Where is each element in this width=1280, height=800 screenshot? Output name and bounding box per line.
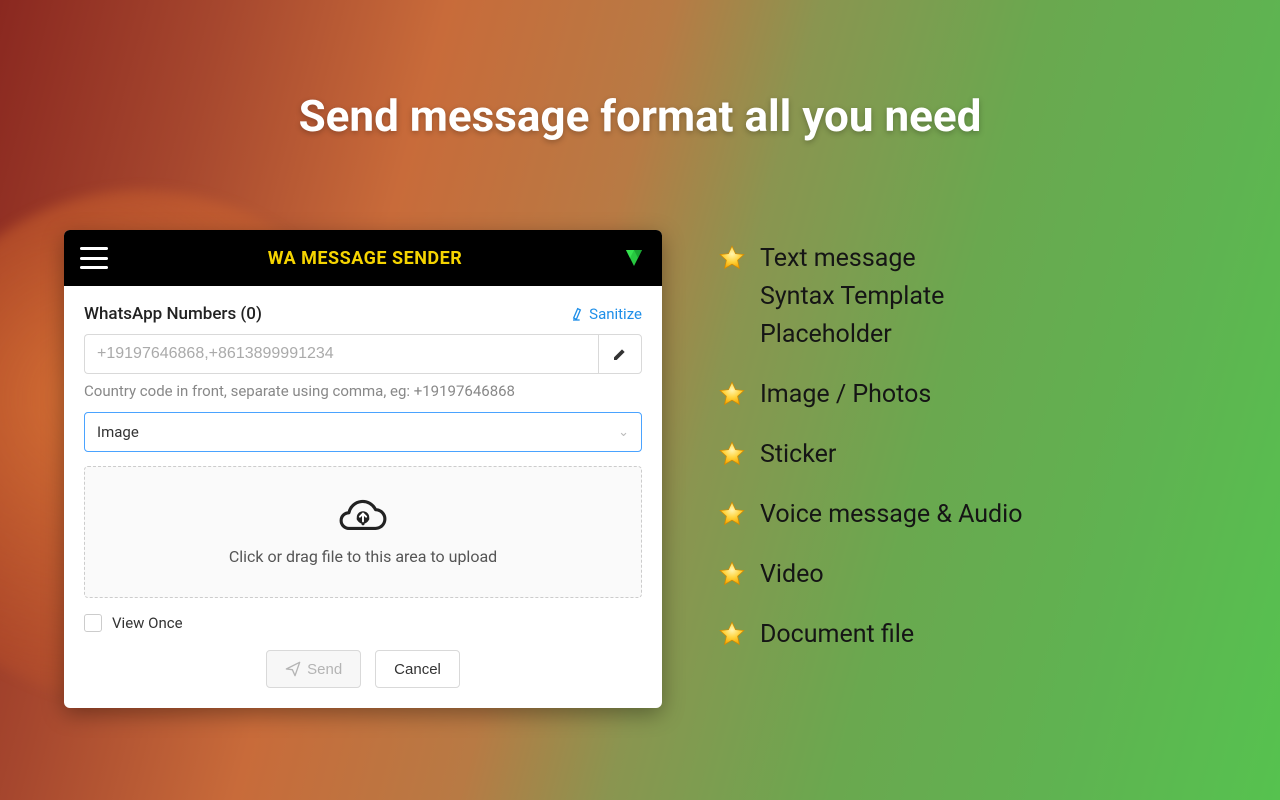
hamburger-menu-icon[interactable] [80,247,108,269]
send-button[interactable]: Send [266,650,361,688]
feature-text: Voice message & Audio [760,496,1022,534]
feature-item: Text messageSyntax TemplatePlaceholder [718,240,1238,354]
gem-icon[interactable] [622,246,646,270]
sanitize-link[interactable]: Sanitize [571,305,642,323]
numbers-label: WhatsApp Numbers (0) [84,304,262,324]
sanitize-icon [571,306,587,322]
feature-item: Image / Photos [718,376,1238,414]
star-icon [718,620,746,648]
view-once-label: View Once [112,614,183,632]
panel-header-title: WA MESSAGE SENDER [108,248,622,269]
phone-numbers-input[interactable] [84,334,598,374]
feature-item: Document file [718,616,1238,654]
feature-text: Text messageSyntax TemplatePlaceholder [760,240,944,354]
select-value: Image [97,423,139,441]
panel-body: WhatsApp Numbers (0) Sanitize Country co… [64,286,662,708]
cancel-button[interactable]: Cancel [375,650,460,688]
star-icon [718,500,746,528]
message-type-select[interactable]: Image ⌄ [84,412,642,452]
star-icon [718,244,746,272]
feature-text: Video [760,556,824,594]
view-once-checkbox[interactable] [84,614,102,632]
feature-text: Image / Photos [760,376,931,414]
cloud-upload-icon [338,499,388,539]
star-icon [718,380,746,408]
phone-hint: Country code in front, separate using co… [84,382,642,400]
app-panel: WA MESSAGE SENDER WhatsApp Numbers (0) S… [64,230,662,708]
feature-item: Voice message & Audio [718,496,1238,534]
chevron-down-icon: ⌄ [618,425,629,440]
cancel-button-label: Cancel [394,661,441,678]
feature-list: Text messageSyntax TemplatePlaceholder I… [718,240,1238,676]
star-icon [718,440,746,468]
feature-item: Sticker [718,436,1238,474]
feature-text: Sticker [760,436,836,474]
upload-dropzone[interactable]: Click or drag file to this area to uploa… [84,466,642,598]
panel-header: WA MESSAGE SENDER [64,230,662,286]
dropzone-text: Click or drag file to this area to uploa… [229,547,497,566]
star-icon [718,560,746,588]
feature-item: Video [718,556,1238,594]
sanitize-link-label: Sanitize [589,305,642,323]
feature-text: Document file [760,616,914,654]
send-button-label: Send [307,661,342,678]
edit-numbers-button[interactable] [598,334,642,374]
page-title: Send message format all you need [0,90,1280,142]
pencil-icon [612,346,628,362]
send-icon [285,661,301,677]
